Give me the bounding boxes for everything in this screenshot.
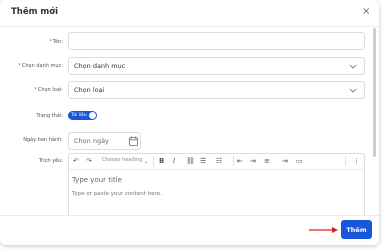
numbered-list-icon[interactable]: ☷	[216, 156, 222, 166]
indent-icon[interactable]: ⇤	[237, 156, 243, 166]
toggle-knob	[89, 112, 96, 119]
toolbar-separator	[233, 156, 234, 166]
link-icon[interactable]: ⛓	[186, 156, 195, 166]
modal-header: Thêm mới ×	[0, 0, 379, 27]
modal-title: Thêm mới	[11, 7, 59, 17]
align-icon[interactable]: ≡	[264, 156, 270, 166]
summary-label: Trích yếu:	[38, 158, 63, 164]
heading-select[interactable]: Choose heading	[102, 157, 142, 163]
type-select[interactable]: Chọn loại	[68, 81, 365, 99]
rich-text-editor[interactable]: ↶ ↷ Choose heading ⌄ B I ⛓ ☰ ☷ ⇤ ⇥ ≡ ⇥ ▭…	[68, 153, 365, 217]
status-label: Trạng thái:	[36, 113, 63, 119]
bold-icon[interactable]: B	[159, 156, 164, 166]
more-icon[interactable]: ⋮	[353, 156, 360, 166]
publish-date-input[interactable]: Chọn ngày	[68, 132, 141, 150]
editor-toolbar: ↶ ↷ Choose heading ⌄ B I ⛓ ☰ ☷ ⇤ ⇥ ≡ ⇥ ▭…	[69, 154, 364, 170]
category-select[interactable]: Chọn danh mục	[68, 57, 365, 75]
toolbar-separator	[153, 156, 154, 166]
undo-icon[interactable]: ↶	[73, 156, 79, 166]
type-label: *Chọn loại:	[34, 87, 63, 93]
publish-date-label: Ngày ban hành:	[23, 137, 63, 143]
indent-icon[interactable]: ⇥	[282, 156, 288, 166]
submit-button[interactable]: Thêm	[341, 220, 372, 239]
category-label: *Chọn danh mục:	[18, 63, 63, 69]
scrollbar[interactable]	[373, 28, 376, 157]
name-label: *Tên:	[49, 39, 63, 45]
chevron-down-icon[interactable]: ⌄	[144, 157, 148, 167]
arrow-right-icon	[309, 227, 338, 233]
category-select-value: Chọn danh mục	[74, 62, 126, 70]
modal-dialog: Thêm mới × *Tên: *Chọn danh mục: Chọn da…	[0, 0, 379, 245]
modal-body: *Tên: *Chọn danh mục: Chọn danh mục *Chọ…	[0, 27, 379, 217]
editor-title-placeholder: Type your title	[72, 176, 122, 184]
toolbar-separator	[345, 156, 346, 166]
calendar-icon[interactable]	[129, 136, 138, 146]
bulleted-list-icon[interactable]: ☰	[200, 156, 206, 166]
italic-icon[interactable]: I	[173, 156, 175, 166]
editor-body-placeholder: Type or paste your content here.	[72, 191, 162, 197]
publish-date-placeholder: Chọn ngày	[74, 137, 109, 145]
redo-icon[interactable]: ↷	[86, 156, 92, 166]
image-icon[interactable]: ▭	[296, 156, 303, 166]
status-toggle-text: Tài liệu	[71, 112, 87, 118]
status-toggle[interactable]: Tài liệu	[68, 111, 97, 120]
name-input[interactable]	[68, 32, 365, 50]
modal-footer: Thêm	[0, 215, 379, 245]
chevron-down-icon	[349, 64, 357, 69]
indent-icon[interactable]: ⇥	[250, 156, 256, 166]
type-select-value: Chọn loại	[74, 86, 105, 94]
chevron-down-icon	[349, 88, 357, 93]
close-icon[interactable]: ×	[362, 6, 370, 18]
